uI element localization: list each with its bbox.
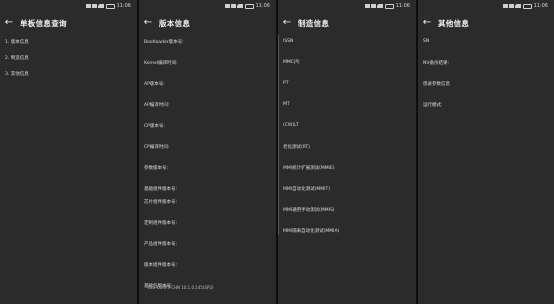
battery-icon [244, 3, 254, 9]
version-list: Bootloader版本号: Kernel编译时间: AP版本号: AP编译时间… [139, 33, 276, 290]
battery-icon [522, 3, 532, 9]
info-row-cwlt: (CW)LT [283, 123, 299, 128]
page-title: 其他信息 [438, 18, 470, 28]
screen-manufacture-info: 11:06 ← 制造信息 ISSN MMC|P| PT MT (CW)LT 老化… [278, 0, 416, 304]
signal-icon [365, 4, 370, 8]
page-title: 制造信息 [298, 18, 330, 28]
info-row-bootloader: Bootloader版本号: [144, 40, 184, 45]
status-time: 11:06 [533, 3, 548, 9]
nfc-icon [379, 4, 383, 8]
back-arrow-icon[interactable]: ← [4, 18, 14, 28]
info-row-custom-component: 定制组件版本号: [144, 221, 178, 226]
menu-item-version-info[interactable]: 1. 版本信息 [0, 33, 137, 49]
info-row-chip-component: 芯片组件版本号: [144, 200, 178, 205]
info-row-mmit: MMI自动化测试(MMIT) [283, 187, 330, 192]
info-row-kernel-time: Kernel编译时间: [144, 61, 178, 66]
info-row-mmia: MMI隔离自动化测试(MMIA) [283, 229, 340, 234]
back-arrow-icon[interactable]: ← [422, 18, 432, 28]
signal-icon [503, 4, 508, 8]
back-arrow-icon[interactable]: ← [143, 18, 153, 28]
signal-icon-2 [371, 4, 376, 8]
nfc-icon [517, 4, 521, 8]
menu-item-manufacture-info[interactable]: 2. 制造信息 [0, 49, 137, 65]
signal-icon-2 [509, 4, 514, 8]
page-title: 单板信息查询 [20, 18, 67, 28]
status-bar: 11:06 [418, 0, 554, 13]
manufacture-list: ISSN MMC|P| PT MT (CW)LT 老化测试(RT) MMI统计扩… [278, 33, 416, 243]
signal-icon [225, 4, 230, 8]
info-row-param-version: 参数版本号: [144, 166, 169, 171]
app-bar: ← 其他信息 [418, 13, 554, 33]
status-right: 11:06 [517, 3, 548, 9]
info-row-burn-params: 烧录参数信息 [423, 82, 450, 87]
info-row-mmc: MMC|P| [283, 60, 300, 65]
status-right: 11:06 [239, 3, 270, 9]
status-right: 11:06 [379, 3, 410, 9]
info-row-product-component: 产品组件版本号: [144, 242, 178, 247]
status-bar: 11:06 [139, 0, 276, 13]
info-row-nv-backup: NV备份结果: [423, 61, 449, 66]
status-bar: 11:06 [0, 0, 137, 13]
info-row-mmis: MMI通用手动测试(MMIS) [283, 208, 335, 213]
menu-list: 1. 版本信息 2. 制造信息 3. 其他信息 [0, 33, 137, 81]
info-row-issn: ISSN [283, 39, 294, 44]
info-row-cp-time: CP编译时间: [144, 145, 170, 150]
nfc-icon [239, 4, 243, 8]
back-arrow-icon[interactable]: ← [282, 18, 292, 28]
menu-item-other-info[interactable]: 3. 其他信息 [0, 65, 137, 81]
info-row-sn: SN [423, 39, 430, 44]
page-title: 版本信息 [159, 18, 191, 28]
signal-icon-2 [231, 4, 236, 8]
status-time: 11:06 [395, 3, 410, 9]
app-bar: ← 制造信息 [278, 13, 416, 33]
signal-icon [86, 4, 91, 8]
screen-board-info-query: 11:06 ← 单板信息查询 1. 版本信息 2. 制造信息 3. 其他信息 [0, 0, 137, 304]
status-time: 11:06 [116, 3, 131, 9]
info-row-run-mode: 运行模式: [423, 103, 443, 108]
info-row-rt: 老化测试(RT) [283, 145, 311, 150]
status-time: 11:06 [255, 3, 270, 9]
info-row-ap-version: AP版本号: [144, 82, 165, 87]
info-row-pt: PT [283, 81, 289, 86]
info-row-mt: MT [283, 102, 290, 107]
info-row-mmie: MMI统计扩展测试(MMIE) [283, 166, 335, 171]
info-row-cp-version: CP版本号: [144, 124, 165, 129]
info-row-version-component: 版本组件版本号: [144, 263, 178, 268]
battery-icon [105, 3, 115, 9]
app-bar: ← 版本信息 [139, 13, 276, 33]
nfc-icon [100, 4, 104, 8]
screen-other-info: 11:06 ← 其他信息 SN NV备份结果: 烧录参数信息 运行模式: [418, 0, 554, 304]
info-row-ap-time: AP编译时间: [144, 103, 170, 108]
signal-icon-2 [92, 4, 97, 8]
status-bar: 11:06 [278, 0, 416, 13]
battery-icon [384, 3, 394, 9]
other-info-list: SN NV备份结果: 烧录参数信息 运行模式: [418, 33, 554, 117]
status-right: 11:06 [100, 3, 131, 9]
screen-version-info: 11:06 ← 版本信息 Bootloader版本号: Kernel编译时间: … [139, 0, 276, 304]
app-bar: ← 单板信息查询 [0, 13, 137, 33]
info-value-base-package: ELS-LGRP3-CHN 10.1.0.145(SP3) [148, 285, 214, 290]
